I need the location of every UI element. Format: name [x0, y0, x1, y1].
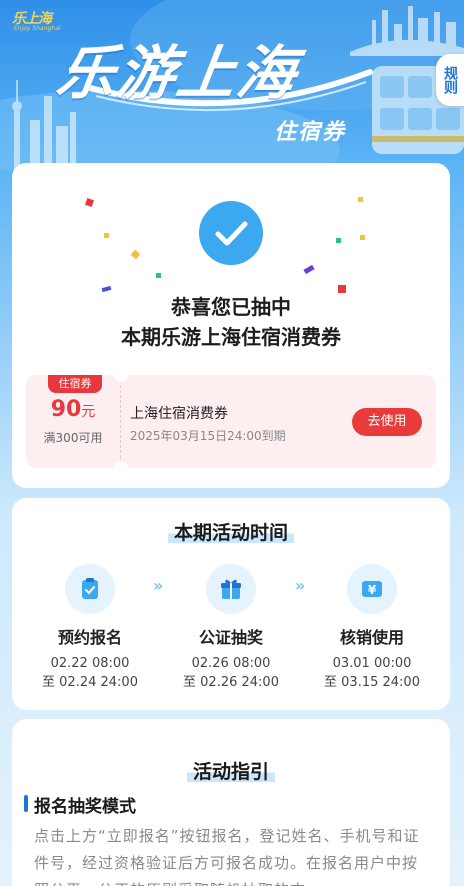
confetti-piece [104, 233, 109, 238]
step-arrow-icon: » [295, 576, 305, 595]
coupon-divider [120, 375, 121, 468]
step-time: 02.22 08:00 至 02.24 24:00 [30, 654, 150, 692]
confetti-piece [336, 238, 341, 243]
step-label: 预约报名 [57, 628, 122, 647]
step-redemption: ¥ 核销使用 03.01 00:00 至 03.15 24:00 [312, 564, 432, 692]
page-subtitle: 住宿券 [274, 120, 347, 145]
brand-logo-sub: Enjoy Shanghai [14, 25, 61, 32]
yen-ticket-icon: ¥ [347, 564, 397, 614]
confetti-piece [130, 249, 141, 260]
use-coupon-button[interactable]: 去使用 [352, 408, 422, 436]
step-time: 02.26 08:00 至 02.26 24:00 [171, 654, 291, 692]
guide-title: 活动指引 [12, 757, 450, 784]
confetti-piece [85, 198, 94, 207]
step-label: 公证抽奖 [198, 628, 263, 647]
step-lottery: 公证抽奖 02.26 08:00 至 02.26 24:00 [171, 564, 291, 692]
clipboard-check-icon [65, 564, 115, 614]
result-card: 恭喜您已抽中 本期乐游上海住宿消费券 住宿券 90元 满300可用 上海住宿消费… [12, 163, 450, 488]
coupon-card: 住宿券 90元 满300可用 上海住宿消费券 2025年03月15日24:00到… [26, 375, 436, 468]
coupon-type-badge: 住宿券 [48, 375, 102, 393]
step-start: 03.01 00:00 [332, 656, 412, 671]
step-arrow-icon: » [153, 576, 163, 595]
step-end: 至 02.24 24:00 [42, 675, 138, 690]
svg-text:¥: ¥ [368, 583, 377, 597]
guide-title-text: 活动指引 [186, 757, 275, 784]
step-label: 核销使用 [339, 628, 404, 647]
heading-accent-bar [24, 795, 28, 812]
step-registration: 预约报名 02.22 08:00 至 02.24 24:00 [30, 564, 150, 692]
schedule-title-text: 本期活动时间 [167, 518, 294, 545]
coupon-amount: 90元 [26, 397, 120, 422]
guide-section-title: 报名抽奖模式 [34, 797, 136, 817]
gift-icon [206, 564, 256, 614]
coupon-amount-value: 90 [50, 397, 82, 422]
coupon-name: 上海住宿消费券 [130, 406, 228, 422]
coupon-condition: 满300可用 [43, 431, 103, 445]
guide-description: 点击上方“立即报名”按钮报名，登记姓名、手机号和证件号，经过资格验证后方可报名成… [34, 827, 420, 886]
step-start: 02.26 08:00 [191, 656, 271, 671]
step-time: 03.01 00:00 至 03.15 24:00 [312, 654, 432, 692]
rules-button[interactable]: 规则 [436, 54, 464, 106]
schedule-card: 本期活动时间 预约报名 02.22 08:00 至 02.24 24:00 » … [12, 498, 450, 710]
confetti-piece [360, 235, 365, 240]
coupon-expiry: 2025年03月15日24:00到期 [130, 429, 286, 443]
guide-card: 活动指引 报名抽奖模式 点击上方“立即报名”按钮报名，登记姓名、手机号和证件号，… [12, 719, 450, 886]
coupon-value-section: 住宿券 90元 满300可用 [26, 375, 120, 468]
win-message-line1: 恭喜您已抽中 [171, 295, 291, 319]
coupon-amount-unit: 元 [81, 404, 96, 420]
step-start: 02.22 08:00 [50, 656, 130, 671]
confetti-piece [156, 273, 161, 278]
hero-banner: 乐上海 Enjoy Shanghai 乐游上海 住宿券 规则 [0, 0, 464, 170]
success-check-icon [199, 201, 263, 265]
page-title: 乐游上海 [52, 39, 303, 107]
coupon-notch [114, 461, 128, 468]
schedule-title: 本期活动时间 [12, 518, 450, 545]
win-message-line2: 本期乐游上海住宿消费券 [121, 325, 341, 349]
step-end: 至 02.26 24:00 [183, 675, 279, 690]
confetti-piece [303, 264, 315, 275]
step-end: 至 03.15 24:00 [324, 675, 420, 690]
confetti-piece [358, 197, 363, 202]
